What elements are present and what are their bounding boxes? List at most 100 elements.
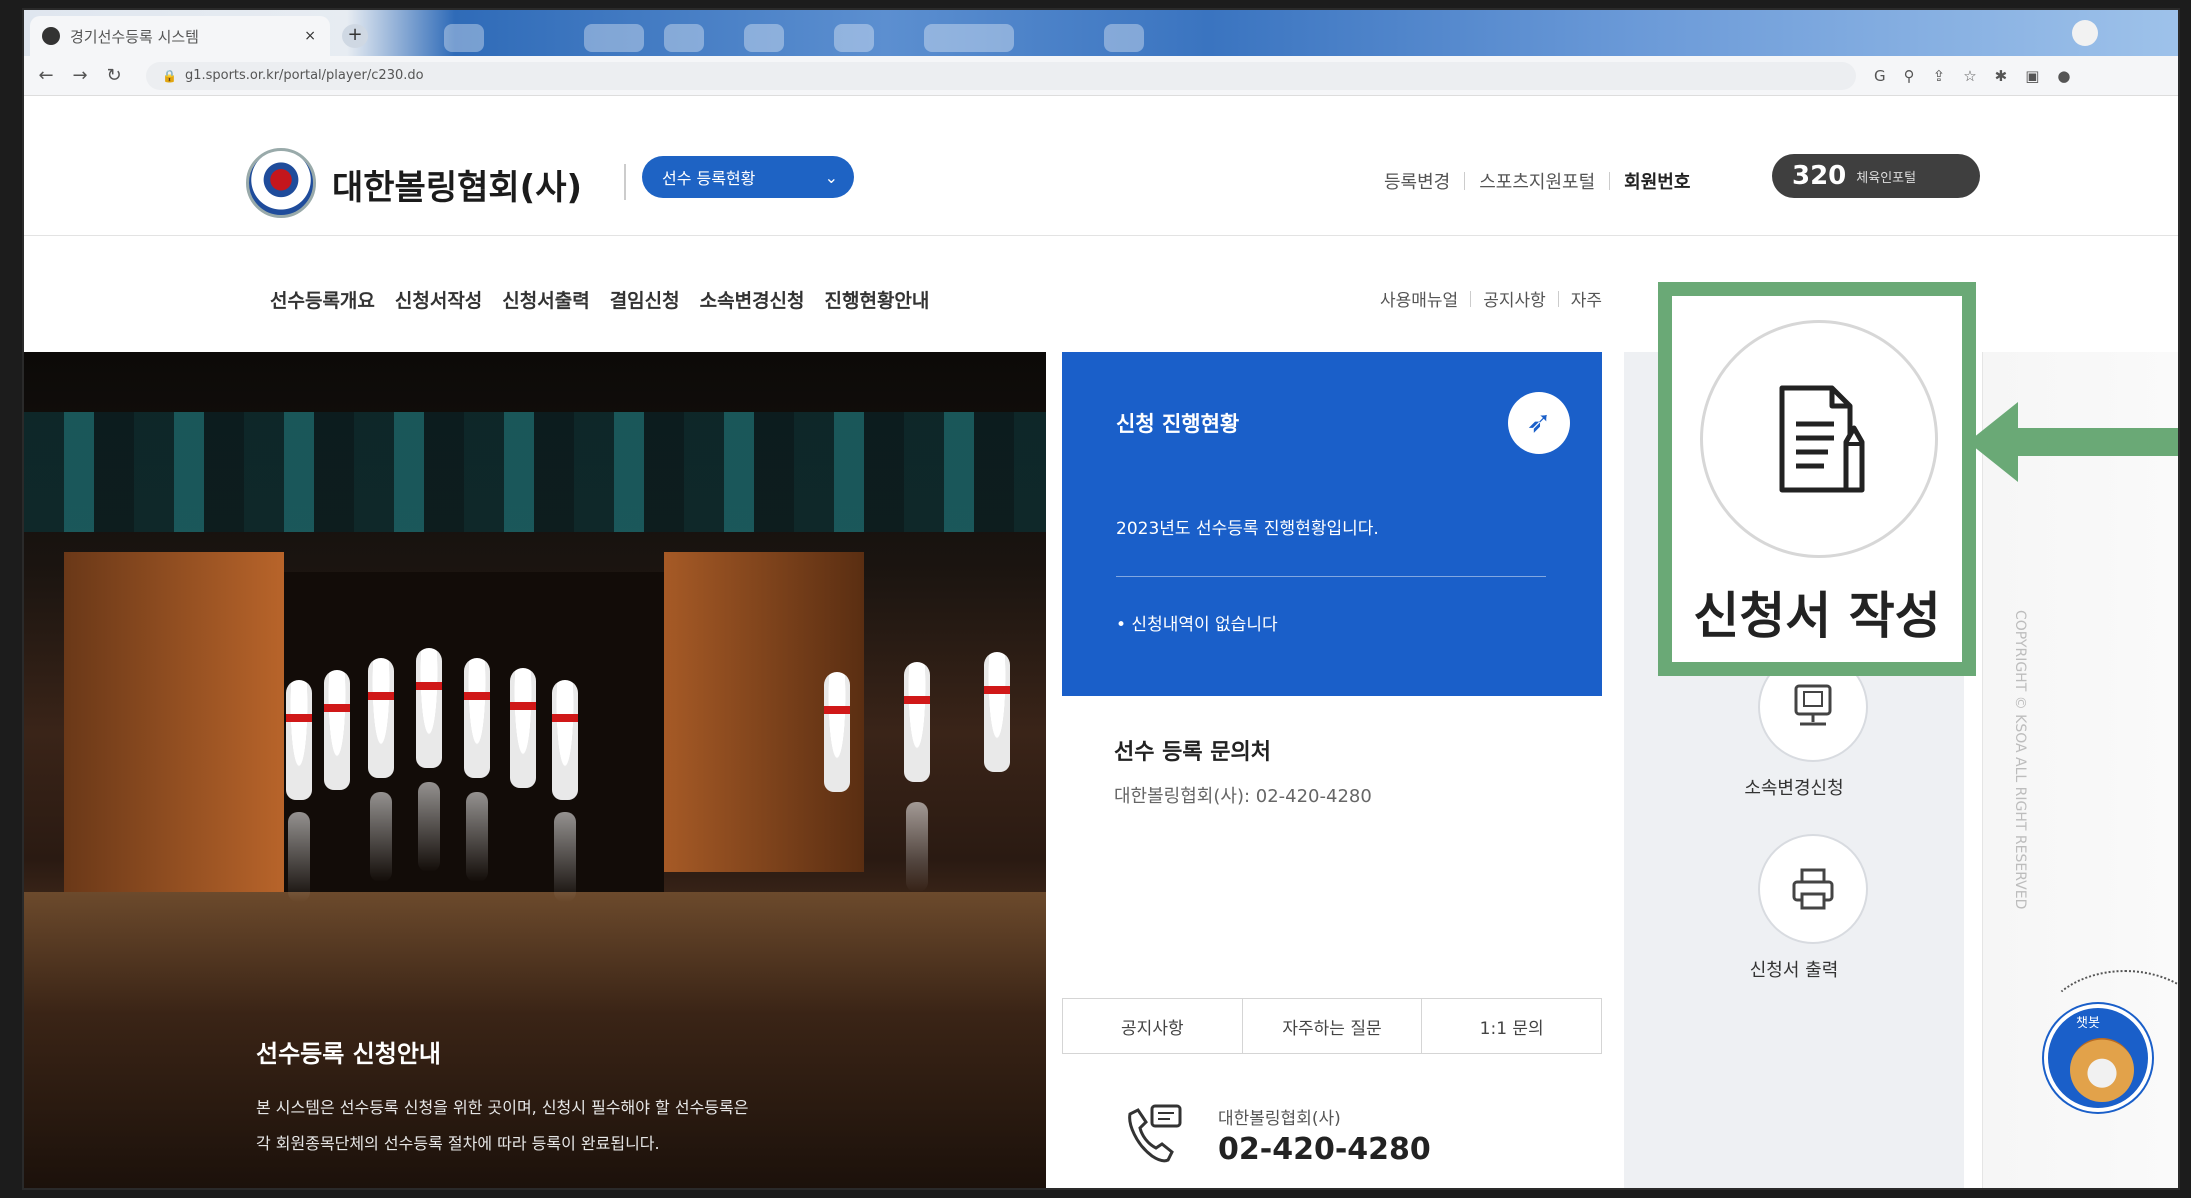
taskbar-app-icon: [664, 24, 704, 52]
hero-bowling-image: [24, 352, 1046, 1188]
bowling-ball-icon: ➶: [1508, 392, 1570, 454]
bowling-pin: [904, 662, 930, 782]
tab-faq[interactable]: 자주하는 질문: [1243, 999, 1423, 1053]
member-number-label: 회원번호: [1624, 172, 1691, 193]
taskbar-app-icon: [834, 24, 874, 52]
sidepanel-icon[interactable]: ▣: [2025, 67, 2039, 85]
taskbar-app-icon: [1104, 24, 1144, 52]
profile-icon[interactable]: ●: [2057, 67, 2070, 85]
back-icon[interactable]: ←: [34, 65, 58, 86]
print-application-button[interactable]: [1758, 834, 1868, 944]
taskbar-app-icon: [744, 24, 784, 52]
bowling-pin: [416, 648, 442, 768]
hero-description-line1: 본 시스템은 선수등록 신청을 위한 곳이며, 신청시 필수해야 할 선수등록은: [256, 1098, 749, 1117]
zoom-icon[interactable]: ⚲: [1904, 67, 1915, 85]
forward-icon[interactable]: →: [68, 65, 92, 86]
bookmark-star-icon[interactable]: ☆: [1963, 67, 1976, 85]
phone-org-name: 대한볼링협회(사): [1218, 1109, 1341, 1129]
browser-tab[interactable]: 경기선수등록 시스템 ×: [30, 16, 330, 56]
link-separator: [1464, 172, 1466, 190]
utility-links: 등록변경 스포츠지원포털 회원번호: [1384, 168, 1690, 194]
pin-reflection: [418, 782, 440, 872]
member-portal-label: 체육인포털: [1856, 170, 1917, 186]
browser-window: 경기선수등록 시스템 × + ← → ↻ 🔒 g1.sports.or.kr/p…: [22, 8, 2180, 1190]
tab-title: 경기선수등록 시스템: [70, 27, 199, 46]
reload-icon[interactable]: ↻: [102, 65, 126, 86]
taskbar-app-icon: [584, 24, 644, 52]
status-divider: [1116, 576, 1546, 577]
extensions-icon[interactable]: ✱: [1995, 67, 2008, 85]
tab-close-icon[interactable]: ×: [304, 28, 316, 44]
url-field[interactable]: 🔒 g1.sports.or.kr/portal/player/c230.do: [146, 61, 1856, 90]
nav-application-print[interactable]: 신청서출력: [502, 286, 589, 313]
new-tab-button[interactable]: +: [342, 24, 368, 48]
hero-wall-left: [64, 552, 284, 892]
nav-progress-guide[interactable]: 진행현황안내: [825, 286, 930, 313]
member-number-badge[interactable]: 320 체육인포털: [1772, 154, 1980, 198]
link-separator: [1609, 172, 1611, 190]
hero-description-line2: 각 회원종목단체의 선수등록 절차에 따라 등록이 완료됩니다.: [256, 1134, 660, 1153]
status-year-text: 2023년도 선수등록 진행현황입니다.: [1116, 519, 1379, 539]
write-application-button[interactable]: [1700, 320, 1938, 558]
pin-reflection: [370, 792, 392, 882]
federation-logo-icon[interactable]: [246, 148, 316, 218]
taskbar-app-icon: [924, 24, 1014, 52]
nav-apply[interactable]: 결임신청: [610, 286, 680, 313]
link-change-registration[interactable]: 등록변경: [1384, 168, 1450, 194]
status-empty-text: • 신청내역이 없습니다: [1116, 615, 1278, 635]
secondary-nav: 사용매뉴얼 공지사항 자주: [1380, 286, 1602, 311]
write-application-label[interactable]: 신청서 작성: [1658, 576, 1976, 648]
bowling-pin: [286, 680, 312, 800]
header-divider: [624, 164, 626, 200]
hero-ceiling: [24, 412, 1046, 532]
bowling-pin: [824, 672, 850, 792]
nav-manual[interactable]: 사용매뉴얼: [1380, 286, 1458, 311]
chatbot-mascot-icon: [2070, 1038, 2134, 1102]
player-status-dropdown[interactable]: 선수 등록현황 ⌄: [642, 156, 854, 198]
document-pen-icon: [1779, 385, 1865, 493]
nav-notice[interactable]: 공지사항: [1483, 286, 1546, 311]
address-bar: ← → ↻ 🔒 g1.sports.or.kr/portal/player/c2…: [24, 56, 2178, 96]
google-icon[interactable]: G: [1874, 67, 1886, 85]
member-number: 320: [1792, 161, 1847, 191]
monitor-icon: [1794, 684, 1832, 726]
pin-reflection: [554, 812, 576, 902]
org-name[interactable]: 대한볼링협회(사): [332, 160, 582, 209]
board-tabs: 공지사항 자주하는 질문 1:1 문의: [1062, 998, 1602, 1054]
status-card-title: 신청 진행현황: [1116, 412, 1240, 436]
player-status-label: 선수 등록현황: [662, 169, 756, 188]
chatbot-label: 챗봇: [2076, 1016, 2100, 1031]
nav-application-write[interactable]: 신청서작성: [395, 286, 482, 313]
phone-number: 02-420-4280: [1218, 1132, 1431, 1167]
tab-one-to-one[interactable]: 1:1 문의: [1422, 999, 1601, 1053]
contact-detail: 대한볼링협회(사): 02-420-4280: [1114, 786, 1372, 807]
copyright-text: COPYRIGHT © KSOA ALL RIGHT RESERVED: [2012, 610, 2028, 910]
nav-separator: [1470, 290, 1472, 307]
contact-title: 선수 등록 문의처: [1114, 740, 1271, 765]
hero-title: 선수등록 신청안내: [256, 1040, 441, 1068]
lock-icon: 🔒: [162, 68, 177, 83]
url-text: g1.sports.or.kr/portal/player/c230.do: [184, 68, 424, 83]
share-icon[interactable]: ⇪: [1933, 67, 1946, 85]
left-arrow-icon: [1968, 402, 2178, 482]
bowling-pin: [324, 670, 350, 790]
affiliation-change-label[interactable]: 소속변경신청: [1624, 774, 1964, 800]
print-application-label[interactable]: 신청서 출력: [1624, 956, 1964, 982]
tab-bar: 경기선수등록 시스템 × +: [24, 10, 2178, 56]
pin-reflection: [288, 812, 310, 902]
link-sports-portal[interactable]: 스포츠지원포털: [1479, 168, 1595, 194]
site-header: 대한볼링협회(사) 선수 등록현황 ⌄ 등록변경 스포츠지원포털 회원번호 32…: [24, 96, 2178, 236]
main-nav: 선수등록개요 신청서작성 신청서출력 결임신청 소속변경신청 진행현황안내: [270, 286, 929, 313]
printer-icon: [1792, 868, 1834, 910]
bowling-pin: [368, 658, 394, 778]
nav-registration-overview[interactable]: 선수등록개요: [270, 286, 375, 313]
chevron-down-icon: ⌄: [824, 167, 838, 187]
tab-notice[interactable]: 공지사항: [1063, 999, 1243, 1053]
window-minimize-icon[interactable]: [2072, 20, 2098, 46]
nav-affiliation-change[interactable]: 소속변경신청: [700, 286, 805, 313]
favicon-icon: [42, 27, 60, 45]
nav-faq[interactable]: 자주: [1571, 286, 1602, 311]
application-status-card: 신청 진행현황 ➶ 2023년도 선수등록 진행현황입니다. • 신청내역이 없…: [1062, 352, 1602, 696]
bowling-pin: [984, 652, 1010, 772]
taskbar-app-icon: [444, 24, 484, 52]
